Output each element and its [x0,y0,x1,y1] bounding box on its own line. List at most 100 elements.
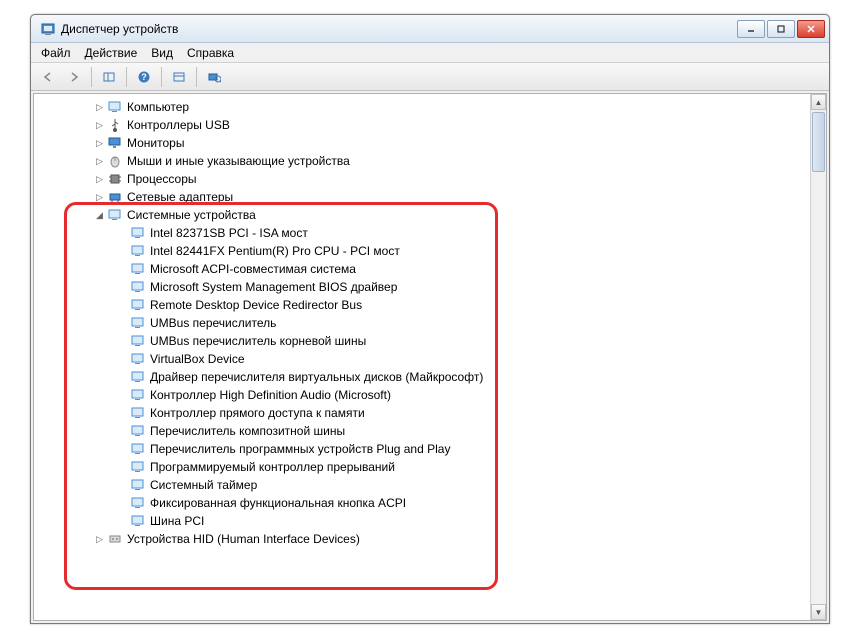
tree-device-item[interactable]: UMBus перечислитель корневой шины [34,332,810,350]
cpu-icon [107,171,123,187]
device-label: Фиксированная функциональная кнопка ACPI [150,494,406,512]
device-label: Microsoft System Management BIOS драйвер [150,278,397,296]
menu-bar: Файл Действие Вид Справка [31,43,829,63]
tree-device-item[interactable]: Контроллер High Definition Audio (Micros… [34,386,810,404]
tree-category[interactable]: ▷ Компьютер [34,98,810,116]
category-label: Системные устройства [127,206,256,224]
scroll-down-arrow[interactable]: ▼ [811,604,826,620]
device-label: Intel 82441FX Pentium(R) Pro CPU - PCI м… [150,242,400,260]
category-label: Мониторы [127,134,184,152]
device-label: UMBus перечислитель корневой шины [150,332,366,350]
system-device-icon [130,315,146,331]
menu-file[interactable]: Файл [41,46,71,60]
system-device-icon [130,243,146,259]
device-label: Microsoft ACPI-совместимая система [150,260,356,278]
window-title: Диспетчер устройств [61,22,737,36]
tree-category[interactable]: ▷ Сетевые адаптеры [34,188,810,206]
vertical-scrollbar[interactable]: ▲ ▼ [810,94,826,620]
scan-hardware-button[interactable] [203,66,225,88]
forward-button[interactable] [63,66,85,88]
system-device-icon [130,513,146,529]
close-button[interactable] [797,20,825,38]
tree-category[interactable]: ▷ Контроллеры USB [34,116,810,134]
device-label: Системный таймер [150,476,257,494]
menu-help[interactable]: Справка [187,46,234,60]
tree-device-item[interactable]: Системный таймер [34,476,810,494]
tree-device-item[interactable]: Программируемый контроллер прерываний [34,458,810,476]
expander-collapsed-icon[interactable]: ▷ [94,156,105,167]
expander-collapsed-icon[interactable]: ▷ [94,138,105,149]
expander-collapsed-icon[interactable]: ▷ [94,174,105,185]
menu-action[interactable]: Действие [85,46,138,60]
device-tree[interactable]: ▷ Компьютер ▷ Контроллеры USB ▷ Мониторы… [34,94,810,620]
system-device-icon [130,387,146,403]
device-label: Программируемый контроллер прерываний [150,458,395,476]
device-label: UMBus перечислитель [150,314,276,332]
tree-device-item[interactable]: Перечислитель программных устройств Plug… [34,440,810,458]
hid-icon [107,531,123,547]
device-label: Перечислитель программных устройств Plug… [150,440,450,458]
maximize-button[interactable] [767,20,795,38]
back-button[interactable] [37,66,59,88]
system-device-icon [130,333,146,349]
tree-device-item[interactable]: Remote Desktop Device Redirector Bus [34,296,810,314]
app-icon [40,21,56,37]
expander-collapsed-icon[interactable]: ▷ [94,534,105,545]
svg-text:?: ? [141,72,147,82]
tree-device-item[interactable]: UMBus перечислитель [34,314,810,332]
device-label: VirtualBox Device [150,350,245,368]
device-label: Драйвер перечислителя виртуальных дисков… [150,368,483,386]
tree-category[interactable]: ▷ Мониторы [34,134,810,152]
toolbar: ? [31,63,829,91]
help-button[interactable]: ? [133,66,155,88]
tree-device-item[interactable]: VirtualBox Device [34,350,810,368]
device-label: Контроллер High Definition Audio (Micros… [150,386,391,404]
category-label: Сетевые адаптеры [127,188,233,206]
network-icon [107,189,123,205]
device-label: Контроллер прямого доступа к памяти [150,404,365,422]
minimize-button[interactable] [737,20,765,38]
system-device-icon [130,225,146,241]
system-device-icon [107,207,123,223]
tree-device-item[interactable]: Перечислитель композитной шины [34,422,810,440]
computer-icon [107,99,123,115]
category-label: Мыши и иные указывающие устройства [127,152,350,170]
device-label: Перечислитель композитной шины [150,422,345,440]
show-hide-console-button[interactable] [98,66,120,88]
expander-collapsed-icon[interactable]: ▷ [94,120,105,131]
system-device-icon [130,369,146,385]
scroll-up-arrow[interactable]: ▲ [811,94,826,110]
tree-device-item[interactable]: Intel 82441FX Pentium(R) Pro CPU - PCI м… [34,242,810,260]
usb-icon [107,117,123,133]
system-device-icon [130,279,146,295]
tree-category-system-devices[interactable]: ◢ Системные устройства [34,206,810,224]
tree-device-item[interactable]: Драйвер перечислителя виртуальных дисков… [34,368,810,386]
tree-device-item[interactable]: Шина PCI [34,512,810,530]
scroll-thumb[interactable] [812,112,825,172]
system-device-icon [130,297,146,313]
content-pane: ▷ Компьютер ▷ Контроллеры USB ▷ Мониторы… [33,93,827,621]
expander-expanded-icon[interactable]: ◢ [94,210,105,221]
tree-device-item[interactable]: Контроллер прямого доступа к памяти [34,404,810,422]
system-device-icon [130,351,146,367]
expander-collapsed-icon[interactable]: ▷ [94,102,105,113]
properties-button[interactable] [168,66,190,88]
category-label: Устройства HID (Human Interface Devices) [127,530,360,548]
device-label: Шина PCI [150,512,204,530]
expander-collapsed-icon[interactable]: ▷ [94,192,105,203]
tree-device-item[interactable]: Фиксированная функциональная кнопка ACPI [34,494,810,512]
system-device-icon [130,495,146,511]
tree-device-item[interactable]: Microsoft ACPI-совместимая система [34,260,810,278]
menu-view[interactable]: Вид [151,46,173,60]
monitor-icon [107,135,123,151]
tree-category[interactable]: ▷ Мыши и иные указывающие устройства [34,152,810,170]
category-label: Компьютер [127,98,189,116]
tree-category-hid[interactable]: ▷ Устройства HID (Human Interface Device… [34,530,810,548]
tree-category[interactable]: ▷ Процессоры [34,170,810,188]
system-device-icon [130,477,146,493]
tree-device-item[interactable]: Microsoft System Management BIOS драйвер [34,278,810,296]
title-bar[interactable]: Диспетчер устройств [31,15,829,43]
system-device-icon [130,405,146,421]
category-label: Контроллеры USB [127,116,230,134]
tree-device-item[interactable]: Intel 82371SB PCI - ISA мост [34,224,810,242]
